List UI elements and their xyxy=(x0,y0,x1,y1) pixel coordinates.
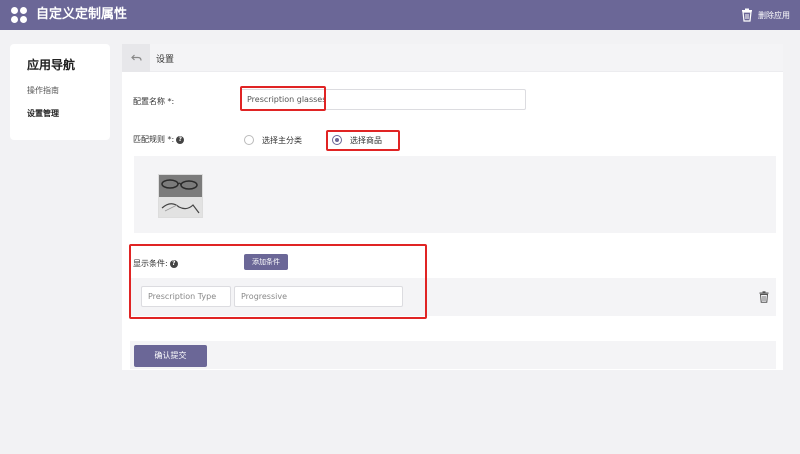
match-rule-label-text: 匹配规则 *: xyxy=(133,135,175,144)
uninstall-button[interactable]: 删除应用 xyxy=(741,7,790,23)
display-condition-label-text: 显示条件: xyxy=(133,259,168,268)
help-icon[interactable]: ? xyxy=(169,259,178,268)
radio-select-product[interactable] xyxy=(332,135,342,145)
match-rule-label: 匹配规则 *:? xyxy=(133,134,185,145)
trash-uninstall-icon xyxy=(742,8,752,22)
submit-button[interactable]: 确认提交 xyxy=(134,345,207,367)
config-name-label: 配置名称 *: xyxy=(133,97,175,106)
radio-main-category[interactable] xyxy=(244,135,254,145)
back-arrow-icon xyxy=(130,54,142,61)
uninstall-label: 删除应用 xyxy=(758,10,790,20)
condition-field-input[interactable] xyxy=(141,286,231,307)
trash-icon[interactable] xyxy=(759,291,769,303)
condition-value-input[interactable] xyxy=(234,286,403,307)
radio-main-category-label[interactable]: 选择主分类 xyxy=(262,135,302,146)
app-title: 自定义定制属性 xyxy=(36,7,128,22)
sidebar-item-settings[interactable]: 设置管理 xyxy=(27,108,59,119)
submit-bar: 确认提交 xyxy=(130,341,776,369)
config-name-input[interactable] xyxy=(240,89,526,110)
help-icon[interactable]: ? xyxy=(176,135,185,144)
product-thumbnail[interactable] xyxy=(158,174,203,218)
panel-title: 设置 xyxy=(156,55,175,65)
back-button[interactable] xyxy=(122,44,150,72)
display-condition-label: 显示条件:? xyxy=(133,258,178,269)
top-bar: 自定义定制属性 删除应用 xyxy=(0,0,800,30)
settings-panel: 设置 配置名称 *: 匹配规则 *:? 选择主分类 选择商品 显示条件:? 添加… xyxy=(122,44,783,370)
selected-products-area xyxy=(134,156,776,233)
sidebar-nav: 应用导航 操作指南 设置管理 xyxy=(10,44,110,140)
sidebar-item-guide[interactable]: 操作指南 xyxy=(27,85,59,96)
radio-select-product-label[interactable]: 选择商品 xyxy=(350,135,382,146)
condition-row xyxy=(130,278,776,316)
add-condition-button[interactable]: 添加条件 xyxy=(244,254,288,270)
glasses-image-icon xyxy=(159,175,202,217)
sidebar-title: 应用导航 xyxy=(27,58,76,72)
panel-header: 设置 xyxy=(122,44,783,72)
clover-logo-icon xyxy=(11,7,27,23)
